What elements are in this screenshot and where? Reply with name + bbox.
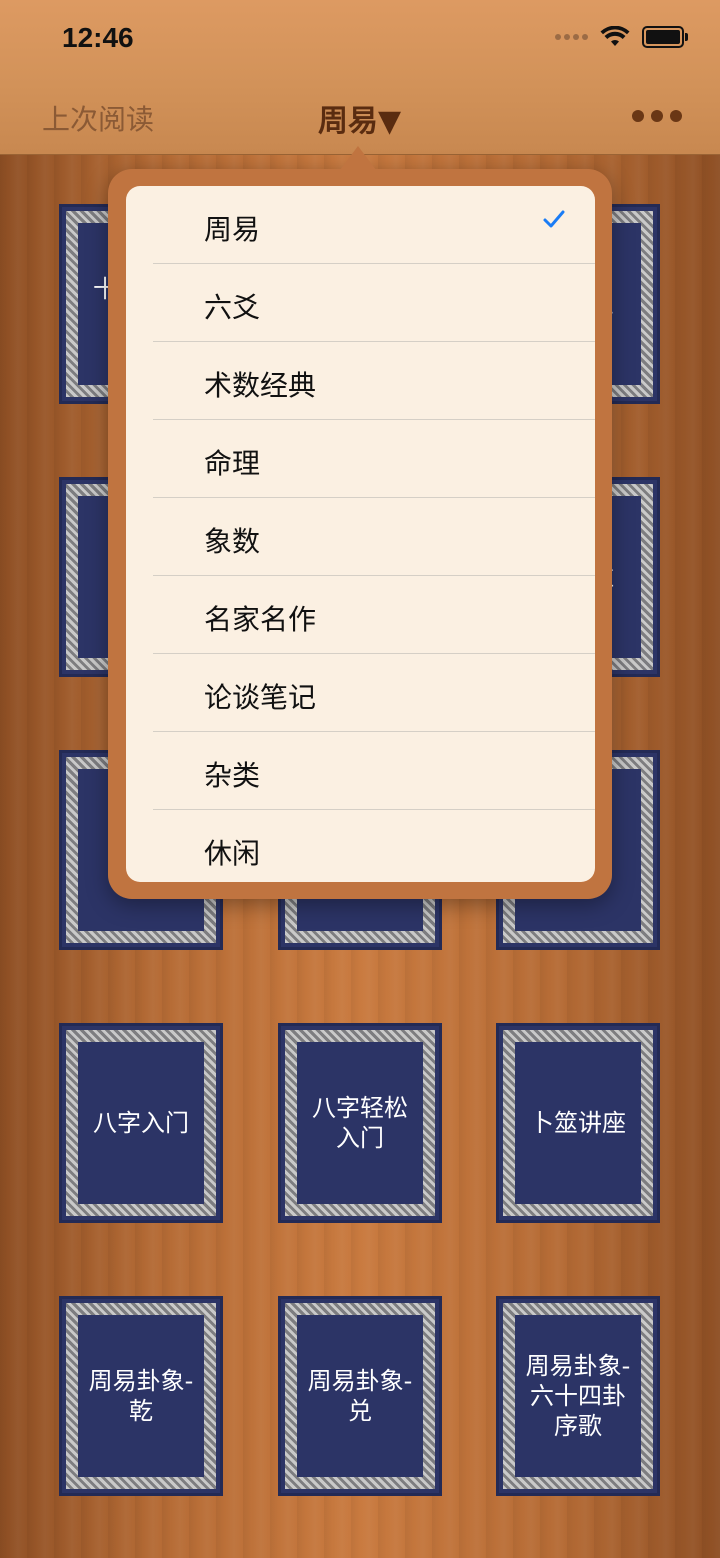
signal-icon <box>555 34 588 40</box>
book-title: 卜筮讲座 <box>530 1109 626 1137</box>
menu-item-label: 杂类 <box>204 759 261 792</box>
menu-item-label: 六爻 <box>204 291 261 324</box>
top-bar: 12:46 上次阅读 周易▼ <box>0 0 720 155</box>
category-menu: 周易 六爻 术数经典 命理 象数 名家名作 论谈笔记 杂类 休闲 <box>126 186 595 882</box>
menu-item-label: 象数 <box>204 525 261 558</box>
wifi-icon <box>600 26 630 46</box>
menu-item-mingli[interactable]: 命理 <box>126 420 595 498</box>
status-time: 12:46 <box>62 22 134 53</box>
book-card[interactable]: 卜筮讲座 <box>496 1023 660 1223</box>
book-title: 八字轻松入门 <box>312 1094 408 1152</box>
book-card[interactable]: 周易卦象-兑 <box>278 1296 442 1496</box>
menu-item-label: 论谈笔记 <box>204 681 317 714</box>
book-title: 周易卦象-兑 <box>307 1367 413 1425</box>
book-card[interactable]: 八字入门 <box>59 1023 223 1223</box>
book-title: 八字入门 <box>93 1109 189 1137</box>
battery-icon <box>642 26 688 48</box>
last-read-button[interactable]: 上次阅读 <box>42 98 154 138</box>
menu-item-xiangshu[interactable]: 象数 <box>126 498 595 576</box>
menu-item-zhouyi[interactable]: 周易 <box>126 186 595 264</box>
menu-item-notes[interactable]: 论谈笔记 <box>126 654 595 732</box>
menu-item-label: 命理 <box>204 447 261 480</box>
status-icons <box>555 26 688 48</box>
more-icon[interactable] <box>632 110 682 122</box>
menu-item-label: 休闲 <box>204 837 261 870</box>
menu-item-leisure[interactable]: 休闲 <box>126 810 595 882</box>
menu-item-label: 术数经典 <box>204 369 317 402</box>
menu-item-misc[interactable]: 杂类 <box>126 732 595 810</box>
menu-item-label: 名家名作 <box>204 603 317 636</box>
book-title: 周易卦象-六十四卦序歌 <box>525 1352 631 1440</box>
book-card[interactable]: 周易卦象-六十四卦序歌 <box>496 1296 660 1496</box>
book-card[interactable]: 八字轻松入门 <box>278 1023 442 1223</box>
menu-item-shushu-classics[interactable]: 术数经典 <box>126 342 595 420</box>
menu-item-liuyao[interactable]: 六爻 <box>126 264 595 342</box>
menu-item-famous-works[interactable]: 名家名作 <box>126 576 595 654</box>
menu-item-label: 周易 <box>204 213 261 246</box>
book-card[interactable]: 周易卦象-乾 <box>59 1296 223 1496</box>
book-title: 周易卦象-乾 <box>88 1367 194 1425</box>
popover-arrow <box>340 146 376 170</box>
checkmark-icon <box>543 210 565 228</box>
category-dropdown-title[interactable]: 周易▼ <box>318 96 401 140</box>
